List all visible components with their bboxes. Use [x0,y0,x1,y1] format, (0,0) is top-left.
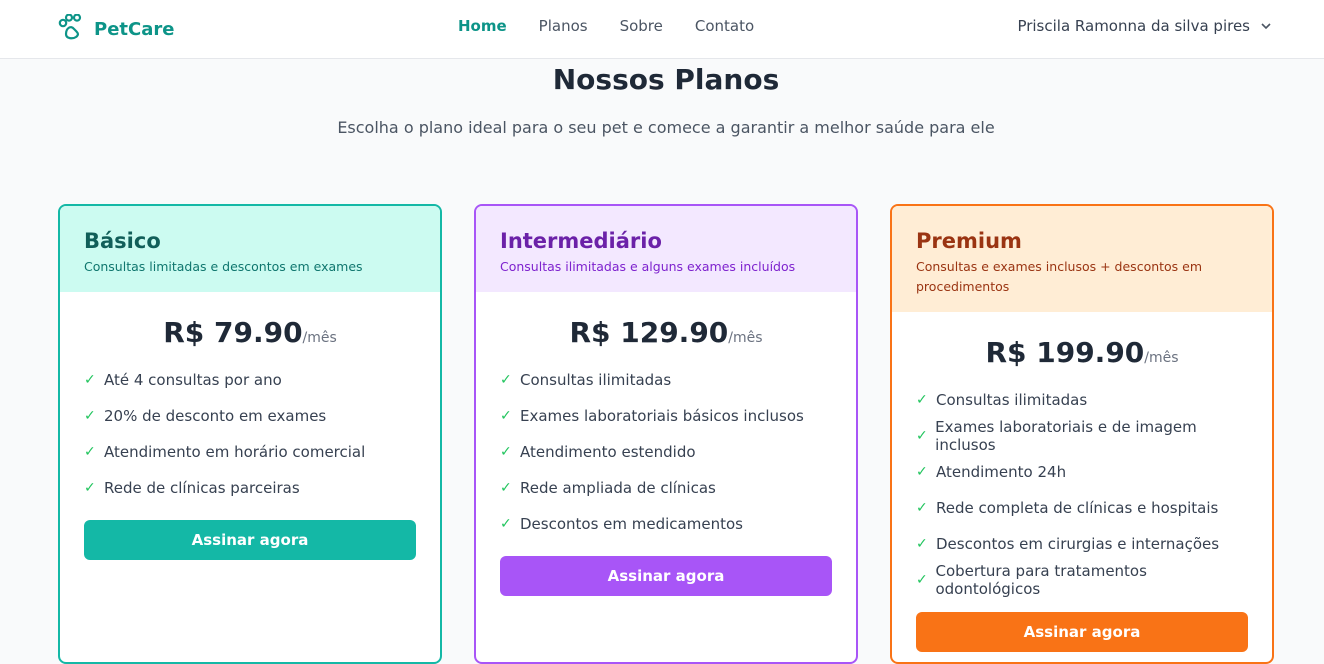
check-icon: ✓ [500,480,512,496]
check-icon: ✓ [84,444,96,460]
plan-features: ✓ Consultas ilimitadas ✓ Exames laboratori… [476,362,856,542]
check-icon: ✓ [84,372,96,388]
plan-card-premium: Premium Consultas e exames inclusos + de… [890,204,1274,664]
feature-item: ✓ Rede de clínicas parceiras [84,470,416,506]
plan-price-row: R$ 79.90/mês [60,316,440,356]
feature-label: Atendimento 24h [936,463,1067,481]
plan-card-header: Básico Consultas limitadas e descontos e… [60,206,440,292]
plan-features: ✓ Até 4 consultas por ano ✓ 20% de descont… [60,362,440,506]
feature-label: Atendimento estendido [520,443,696,461]
check-icon: ✓ [500,408,512,424]
feature-item: ✓ Atendimento 24h [916,454,1248,490]
feature-item: ✓ Até 4 consultas por ano [84,362,416,398]
feature-label: Consultas ilimitadas [520,371,672,389]
plan-description: Consultas ilimitadas e alguns exames inc… [500,259,796,274]
feature-label: Até 4 consultas por ano [104,371,282,389]
feature-item: ✓ Exames laboratoriais básicos inclusos [500,398,832,434]
feature-label: Atendimento em horário comercial [104,443,366,461]
feature-item: ✓ Rede completa de clínicas e hospitais [916,490,1248,526]
plan-price-row: R$ 129.90/mês [476,316,856,356]
plan-period: /mês [302,330,337,346]
user-name: Priscila Ramonna da silva pires [1017,17,1250,35]
feature-item: ✓ Atendimento em horário comercial [84,434,416,470]
feature-item: ✓ Descontos em cirurgias e internações [916,526,1248,562]
plan-card-header: Premium Consultas e exames inclusos + de… [892,206,1272,312]
brand-logo[interactable]: PetCare [58,13,175,44]
feature-item: ✓ 20% de desconto em exames [84,398,416,434]
feature-label: Descontos em cirurgias e internações [936,535,1220,553]
nav-link-contato[interactable]: Contato [695,17,754,35]
plan-name: Premium [916,229,1022,253]
check-icon: ✓ [500,372,512,388]
check-icon: ✓ [916,536,928,552]
nav-link-planos[interactable]: Planos [539,17,588,35]
feature-label: Cobertura para tratamentos odontológicos [935,562,1147,598]
check-icon: ✓ [916,392,928,408]
check-icon: ✓ [500,444,512,460]
plan-description: Consultas e exames inclusos + descontos … [916,259,1203,294]
page-subtitle: Escolha o plano ideal para o seu pet e c… [337,118,995,137]
plan-description: Consultas limitadas e descontos em exame… [84,259,363,274]
feature-label: Exames laboratoriais básicos inclusos [520,407,804,425]
feature-label: Exames laboratoriais e de imagem incluso… [935,418,1197,454]
page-title: Nossos Planos [552,63,780,96]
plan-price: R$ 129.90 [569,316,729,349]
plan-card-basico: Básico Consultas limitadas e descontos e… [58,204,442,664]
feature-label: Rede ampliada de clínicas [520,479,716,497]
feature-item: ✓ Descontos em medicamentos [500,506,832,542]
feature-item: ✓ Exames laboratoriais e de imagem inclus… [916,418,1248,454]
check-icon: ✓ [916,500,928,516]
plan-features: ✓ Consultas ilimitadas ✓ Exames laboratori… [892,382,1272,598]
plan-name: Intermediário [500,229,662,253]
plan-price: R$ 199.90 [985,336,1145,369]
check-icon: ✓ [84,480,96,496]
nav-link-home[interactable]: Home [458,17,507,35]
feature-item: ✓ Cobertura para tratamentos odontológico… [916,562,1248,598]
plan-name: Básico [84,229,161,253]
main-nav: Home Planos Sobre Contato [458,17,754,35]
check-icon: ✓ [916,464,928,480]
user-menu[interactable]: Priscila Ramonna da silva pires [1017,17,1272,35]
plan-card-intermediario: Intermediário Consultas ilimitadas e alg… [474,204,858,664]
subscribe-button-basico[interactable]: Assinar agora [84,520,416,560]
plan-period: /mês [728,330,763,346]
paw-icon [58,13,86,44]
top-navbar: PetCare Home Planos Sobre Contato Prisci… [0,0,1324,59]
check-icon: ✓ [84,408,96,424]
feature-label: Descontos em medicamentos [520,515,743,533]
check-icon: ✓ [916,572,928,588]
check-icon: ✓ [500,516,512,532]
feature-label: Rede de clínicas parceiras [104,479,300,497]
plan-card-header: Intermediário Consultas ilimitadas e alg… [476,206,856,292]
chevron-down-icon [1260,20,1272,32]
plan-period: /mês [1144,350,1179,366]
feature-item: ✓ Consultas ilimitadas [500,362,832,398]
feature-label: Rede completa de clínicas e hospitais [936,499,1219,517]
plan-price: R$ 79.90 [163,316,303,349]
feature-label: 20% de desconto em exames [104,407,327,425]
feature-item: ✓ Atendimento estendido [500,434,832,470]
feature-item: ✓ Rede ampliada de clínicas [500,470,832,506]
plan-price-row: R$ 199.90/mês [892,336,1272,376]
subscribe-button-premium[interactable]: Assinar agora [916,612,1248,652]
subscribe-button-intermediario[interactable]: Assinar agora [500,556,832,596]
feature-item: ✓ Consultas ilimitadas [916,382,1248,418]
feature-label: Consultas ilimitadas [936,391,1088,409]
brand-name: PetCare [94,18,175,40]
nav-link-sobre[interactable]: Sobre [620,17,663,35]
check-icon: ✓ [916,428,928,444]
